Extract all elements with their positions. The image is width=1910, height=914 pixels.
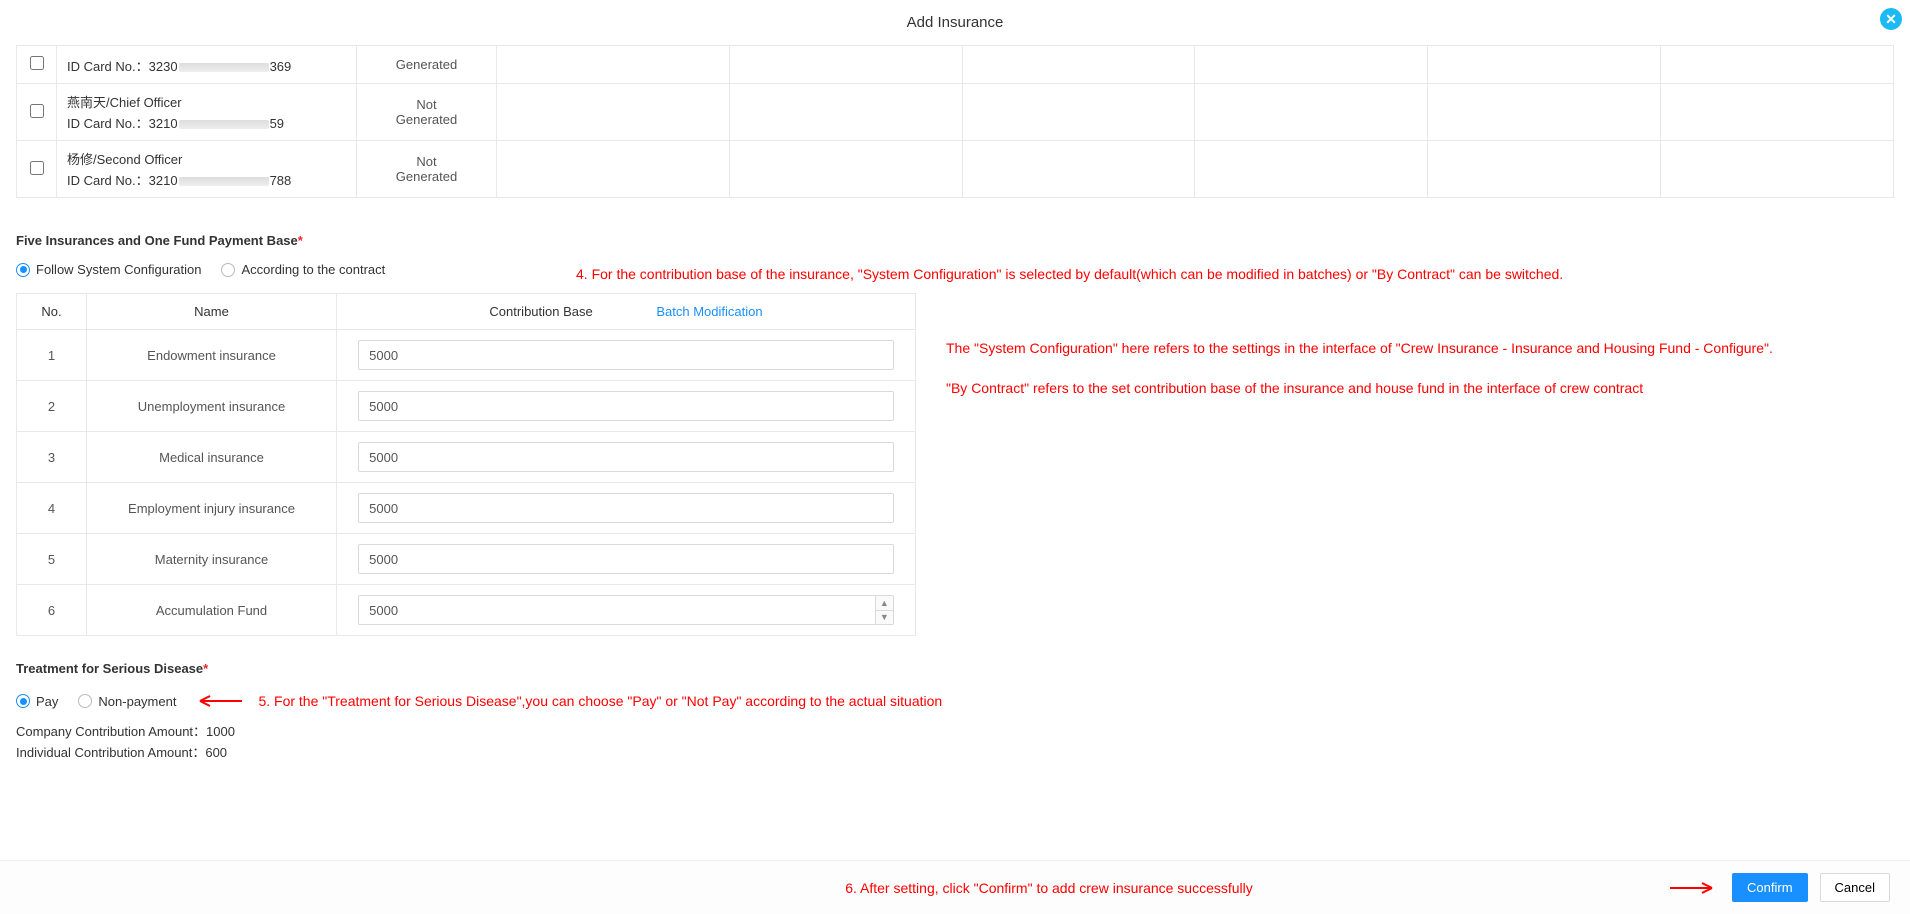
annotation-4: 4. For the contribution base of the insu…	[576, 263, 1576, 285]
crew-name: 杨修/Second Officer	[67, 149, 346, 168]
status-text: Generated	[367, 112, 486, 127]
table-row: 3Medical insurance	[17, 432, 916, 483]
row-checkbox[interactable]	[30, 104, 44, 118]
radio-by-contract[interactable]: According to the contract	[221, 262, 385, 277]
table-row: 杨修/Second Officer ID Card No.：3210 788 No…	[17, 141, 1894, 198]
contribution-table: No. Name Contribution Base Batch Modific…	[16, 293, 916, 636]
status-text: Not	[367, 97, 486, 112]
id-suffix: 788	[270, 173, 292, 188]
radio-icon	[16, 263, 30, 277]
cell-name: Employment injury insurance	[87, 483, 337, 534]
payment-base-title: Five Insurances and One Fund Payment Bas…	[16, 233, 1894, 248]
th-name: Name	[87, 294, 337, 330]
table-row: 6Accumulation Fund ▲ ▼	[17, 585, 916, 636]
footer: 6. After setting, click "Confirm" to add…	[0, 860, 1910, 914]
radio-pay[interactable]: Pay	[16, 694, 58, 709]
contribution-input[interactable]	[358, 442, 894, 472]
id-label: ID Card No.：3210	[67, 116, 178, 131]
chevron-up-icon[interactable]: ▲	[876, 596, 893, 611]
arrow-left-icon	[192, 693, 242, 709]
close-button[interactable]: ✕	[1880, 8, 1902, 30]
cell-name: Maternity insurance	[87, 534, 337, 585]
contribution-spinner[interactable]	[358, 595, 894, 625]
radio-nonpayment[interactable]: Non-payment	[78, 694, 176, 709]
cell-no: 3	[17, 432, 87, 483]
radio-label: Follow System Configuration	[36, 262, 201, 277]
table-row: 4Employment injury insurance	[17, 483, 916, 534]
contribution-input[interactable]	[358, 340, 894, 370]
id-label: ID Card No.：3230	[67, 59, 178, 74]
close-icon: ✕	[1885, 11, 1897, 28]
masked-id	[179, 120, 269, 129]
confirm-button[interactable]: Confirm	[1732, 873, 1808, 902]
chevron-down-icon[interactable]: ▼	[876, 611, 893, 625]
annotation-6: 6. After setting, click "Confirm" to add…	[20, 880, 1658, 896]
radio-label: Non-payment	[98, 694, 176, 709]
cell-name: Endowment insurance	[87, 330, 337, 381]
row-checkbox[interactable]	[30, 161, 44, 175]
cancel-button[interactable]: Cancel	[1820, 873, 1890, 902]
cell-no: 6	[17, 585, 87, 636]
radio-icon	[78, 694, 92, 708]
spinner-buttons[interactable]: ▲ ▼	[875, 596, 893, 624]
status-text: Not	[367, 154, 486, 169]
radio-icon	[221, 263, 235, 277]
cell-name: Unemployment insurance	[87, 381, 337, 432]
arrow-right-icon	[1670, 880, 1720, 896]
contribution-input[interactable]	[358, 544, 894, 574]
annotation-5: 5. For the "Treatment for Serious Diseas…	[258, 690, 942, 712]
status-text: Generated	[367, 169, 486, 184]
th-base: Contribution Base Batch Modification	[337, 294, 916, 330]
id-suffix: 369	[270, 59, 292, 74]
individual-amount-value: 600	[205, 745, 227, 760]
crew-name: 燕南天/Chief Officer	[67, 92, 346, 111]
th-no: No.	[17, 294, 87, 330]
table-row: 5Maternity insurance	[17, 534, 916, 585]
radio-label: Pay	[36, 694, 58, 709]
masked-id	[179, 63, 269, 72]
cell-name: Accumulation Fund	[87, 585, 337, 636]
cell-no: 5	[17, 534, 87, 585]
serious-disease-title: Treatment for Serious Disease*	[16, 661, 1894, 676]
masked-id	[179, 177, 269, 186]
table-row: 2Unemployment insurance	[17, 381, 916, 432]
table-row: ID Card No.：3230 369 Generated	[17, 46, 1894, 84]
modal-title: Add Insurance	[907, 14, 1004, 31]
annotation-side2: "By Contract" refers to the set contribu…	[946, 377, 1894, 399]
row-checkbox[interactable]	[30, 56, 44, 70]
cell-no: 1	[17, 330, 87, 381]
individual-amount-label: Individual Contribution Amount：	[16, 745, 205, 760]
crew-table: ID Card No.：3230 369 Generated 燕南天/Chief …	[16, 45, 1894, 198]
id-label: ID Card No.：3210	[67, 173, 178, 188]
contribution-input[interactable]	[358, 493, 894, 523]
company-amount-value: 1000	[206, 724, 235, 739]
annotation-side1: The "System Configuration" here refers t…	[946, 337, 1894, 359]
table-row: 燕南天/Chief Officer ID Card No.：3210 59 Not…	[17, 84, 1894, 141]
radio-icon	[16, 694, 30, 708]
cell-name: Medical insurance	[87, 432, 337, 483]
contribution-input[interactable]	[358, 391, 894, 421]
radio-label: According to the contract	[241, 262, 385, 277]
cell-no: 2	[17, 381, 87, 432]
radio-follow-system[interactable]: Follow System Configuration	[16, 262, 201, 277]
cell-no: 4	[17, 483, 87, 534]
table-row: 1Endowment insurance	[17, 330, 916, 381]
company-amount-label: Company Contribution Amount：	[16, 724, 206, 739]
batch-modification-link[interactable]: Batch Modification	[656, 304, 762, 319]
id-suffix: 59	[270, 116, 284, 131]
status-text: Generated	[367, 57, 486, 72]
